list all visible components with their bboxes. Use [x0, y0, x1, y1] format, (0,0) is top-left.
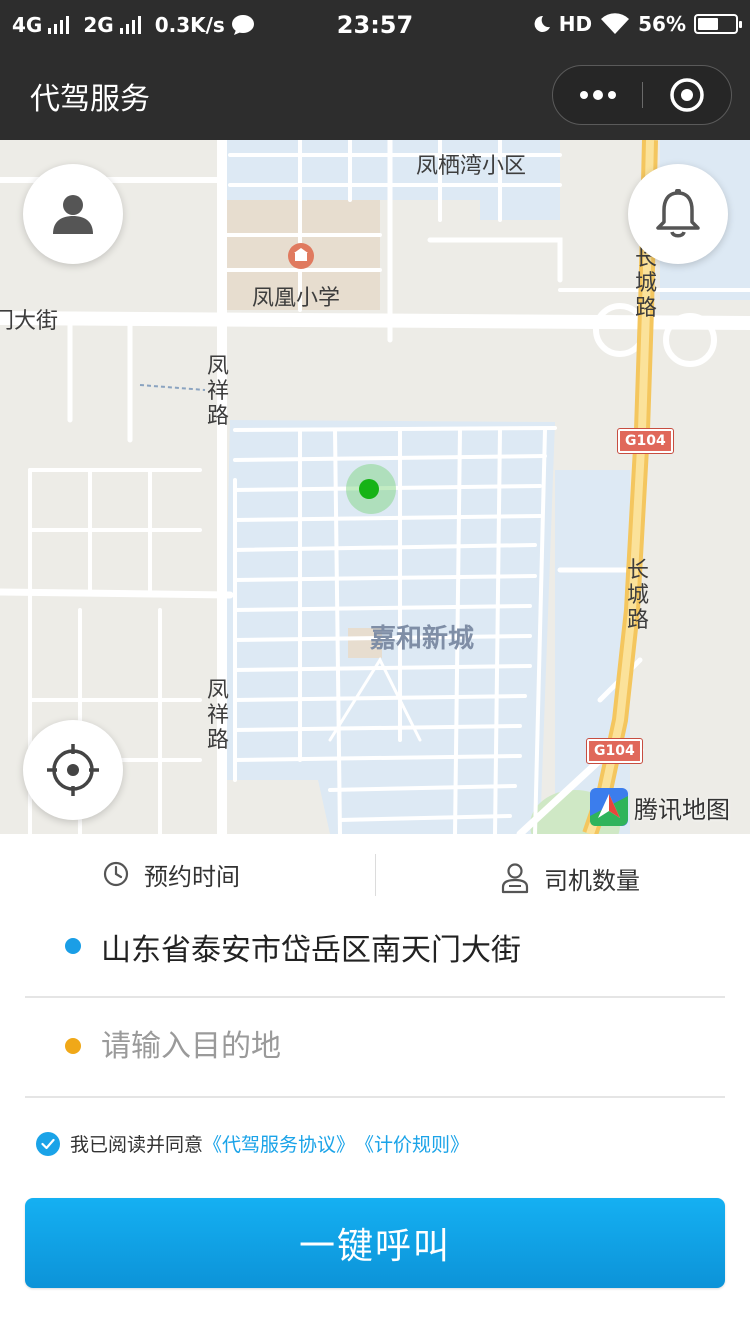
wifi-icon: [601, 13, 630, 34]
g104-shield: G104: [586, 738, 643, 764]
hd-label: HD: [558, 12, 593, 36]
status-bar: 4G 2G 0.3K/s 23:57 HD 56%: [0, 0, 750, 52]
agreement-row: 我已阅读并同意 《代驾服务协议》 《计价规则》: [36, 1130, 469, 1157]
locate-button[interactable]: [23, 720, 123, 820]
moon-icon: [534, 15, 550, 32]
destination-address-row[interactable]: [25, 998, 725, 1098]
map-label-jiahe: 嘉和新城: [370, 624, 475, 654]
agreement-text: 我已阅读并同意: [70, 1134, 204, 1156]
tencent-map-logo: 腾讯地图: [590, 788, 730, 826]
map-label-street: 门大街: [0, 309, 59, 334]
profile-button[interactable]: [23, 164, 123, 264]
map-label-fengqiwan: 凤栖湾小区: [416, 154, 527, 179]
map-label-fengxiang-road: 凤祥路: [206, 678, 229, 753]
destination-input[interactable]: [101, 1024, 661, 1068]
more-dots-icon[interactable]: [553, 66, 642, 124]
tencent-map-icon: [590, 788, 628, 826]
map-label-changcheng-road: 长城路: [626, 558, 649, 633]
service-agreement-link[interactable]: 《代驾服务协议》: [203, 1130, 355, 1157]
battery-percent: 56%: [638, 12, 686, 36]
agreement-checkbox[interactable]: [36, 1131, 60, 1156]
map-label-fengxiang-road: 凤祥路: [206, 354, 229, 429]
pricing-rules-link[interactable]: 《计价规则》: [355, 1130, 469, 1157]
notification-button[interactable]: [628, 164, 728, 264]
origin-address: 山东省泰安市岱岳区南天门大街: [101, 933, 521, 968]
driver-count-label: 司机数量: [544, 866, 640, 895]
map-view[interactable]: 凤栖湾小区 凤凰小学 门大街 凤祥路 凤祥路 长城路 长城路 嘉和新城 G104…: [0, 140, 750, 834]
origin-address-row[interactable]: 山东省泰安市岱岳区南天门大街: [25, 898, 725, 998]
bell-icon: [656, 189, 700, 238]
nav-bar: 代驾服务: [0, 52, 750, 140]
status-right: HD 56%: [533, 12, 742, 36]
school-icon: [288, 243, 314, 269]
current-location-marker: [346, 464, 396, 514]
call-driver-button[interactable]: 一键呼叫: [25, 1198, 725, 1288]
origin-dot-icon: [65, 938, 81, 954]
target-close-icon[interactable]: [643, 66, 731, 124]
reserve-time-label: 预约时间: [144, 862, 240, 891]
crosshair-icon: [47, 744, 99, 796]
destination-dot-icon: [65, 1038, 81, 1054]
tencent-map-text: 腾讯地图: [634, 795, 730, 824]
map-label-fenghuang-school: 凤凰小学: [252, 286, 341, 311]
mini-program-capsule: [552, 65, 732, 125]
checkmark-icon: [41, 1138, 55, 1149]
battery-icon: [694, 14, 742, 34]
g104-shield: G104: [617, 428, 674, 454]
driver-icon: [501, 863, 529, 894]
page-title: 代驾服务: [30, 82, 150, 117]
options-divider: [375, 854, 376, 896]
battery-fill: [698, 18, 718, 30]
clock-icon: [103, 861, 129, 887]
person-icon: [53, 195, 93, 234]
